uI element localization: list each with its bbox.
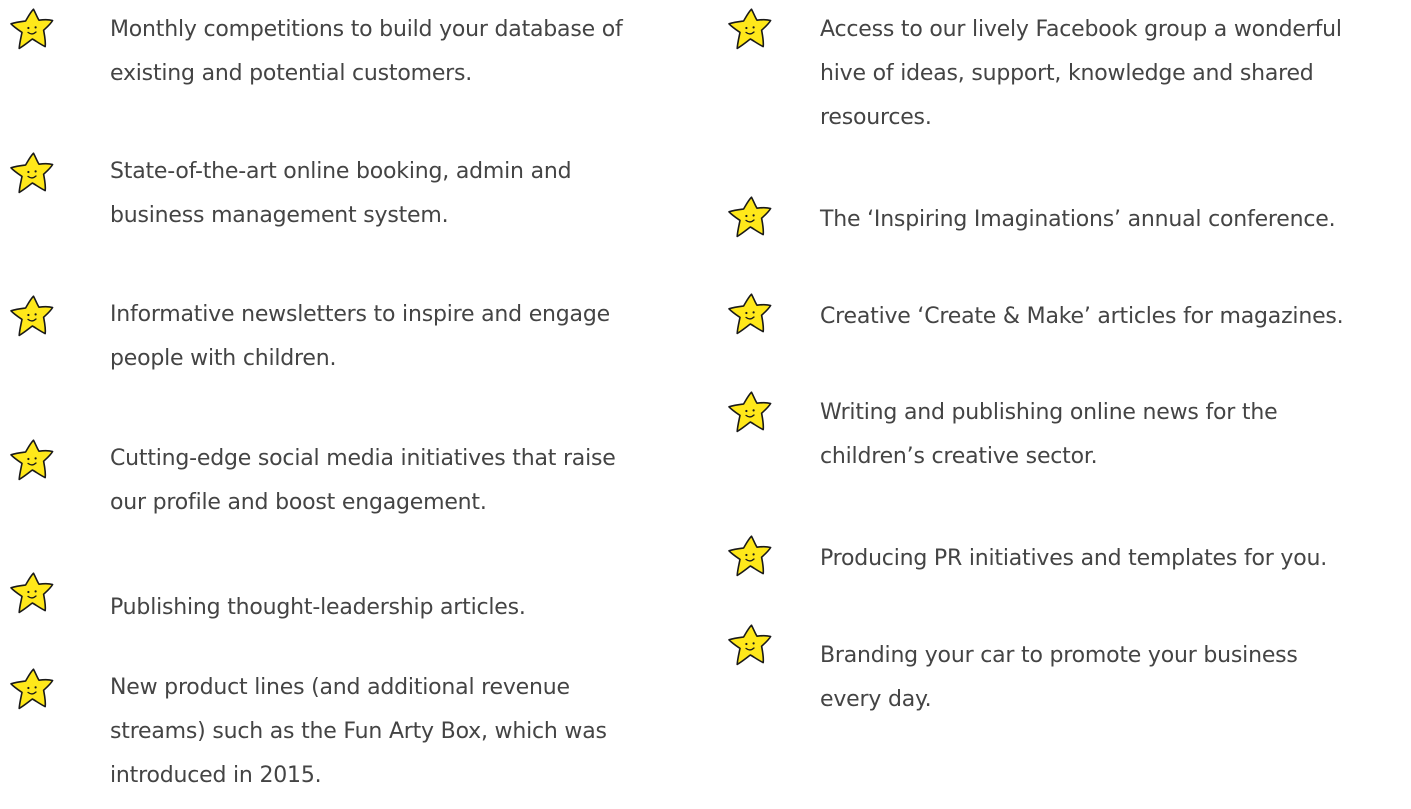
list-item-text: Producing PR initiatives and templates f… xyxy=(820,546,1328,571)
list-item-text: New product lines (and additional revenu… xyxy=(110,675,607,788)
list-item-text: Publishing thought-leadership articles. xyxy=(110,595,526,620)
list-item-text: Writing and publishing online news for t… xyxy=(820,400,1278,469)
smiling-star-icon xyxy=(726,291,774,337)
smiling-star-icon xyxy=(8,666,56,712)
smiling-star-icon xyxy=(726,389,774,435)
smiling-star-icon xyxy=(8,570,56,616)
list-item-text: Informative newsletters to inspire and e… xyxy=(110,302,610,371)
list-item-text: Access to our lively Facebook group a wo… xyxy=(820,17,1342,130)
smiling-star-icon xyxy=(8,150,56,196)
benefits-list-right: Access to our lively Facebook group a wo… xyxy=(718,0,1411,809)
benefits-list-left: Monthly competitions to build your datab… xyxy=(0,0,700,809)
list-item-text: Monthly competitions to build your datab… xyxy=(110,17,623,86)
smiling-star-icon xyxy=(726,194,774,240)
list-item-text: Cutting-edge social media initiatives th… xyxy=(110,446,616,515)
smiling-star-icon xyxy=(8,293,56,339)
smiling-star-icon xyxy=(726,6,774,52)
smiling-star-icon xyxy=(726,622,774,668)
list-item-text: Creative ‘Create & Make’ articles for ma… xyxy=(820,304,1344,329)
smiling-star-icon xyxy=(8,437,56,483)
list-item-text: The ‘Inspiring Imaginations’ annual conf… xyxy=(820,207,1336,232)
list-item-text: State-of-the-art online booking, admin a… xyxy=(110,159,572,228)
list-item-text: Branding your car to promote your busine… xyxy=(820,643,1298,712)
smiling-star-icon xyxy=(726,533,774,579)
smiling-star-icon xyxy=(8,6,56,52)
